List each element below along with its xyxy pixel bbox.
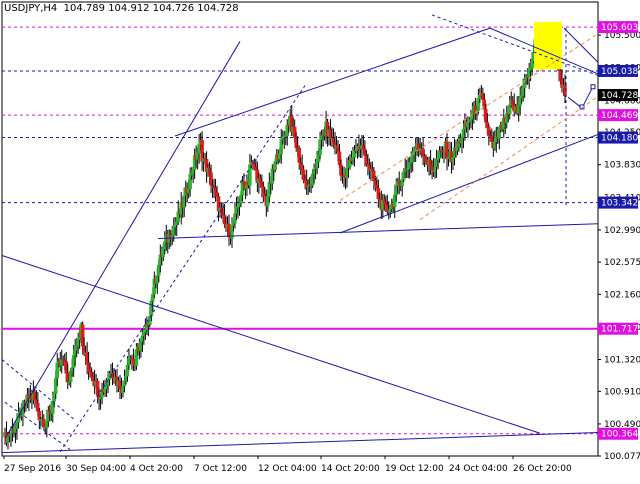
level-label-1: 105.038 [601,67,638,77]
y-tick-label-13: 100.077 [604,452,640,462]
x-tick-label-4: 12 Oct 04:00 [258,464,317,474]
y-tick-label-11: 100.910 [604,387,640,397]
level-label-3: 104.469 [601,111,638,121]
highlight-zone [534,21,562,70]
forecast-point-marker-2 [590,84,596,90]
level-label-6: 101.717 [601,325,638,335]
x-tick-label-8: 26 Oct 20:00 [513,464,572,474]
level-label-7: 100.364 [601,430,638,440]
upper-channel-line [174,27,491,137]
level-label-5: 103.342 [601,199,638,209]
forecast-path-1 [563,27,599,63]
symbol-label: USDJPY,H4 [4,3,58,14]
price-chart: 105.500105.080104.660104.250103.830103.4… [1,1,640,474]
chart-container: 105.500105.080104.660104.250103.830103.4… [0,0,640,480]
level-label-2: 104.728 [601,91,638,101]
steep-support-line [4,41,241,439]
base-support-line [1,431,599,454]
x-tick-label-7: 24 Oct 04:00 [449,464,508,474]
x-tick-label-2: 4 Oct 20:00 [130,464,183,474]
x-tick-label-0: 27 Sep 2016 [4,464,61,474]
y-tick-label-6: 102.990 [604,226,640,236]
x-tick-label-6: 19 Oct 12:00 [385,464,444,474]
plot-frame [1,1,599,457]
level-label-0: 105.603 [601,23,638,33]
x-tick-label-5: 14 Oct 20:00 [321,464,380,474]
y-tick-label-10: 101.320 [604,356,640,366]
y-tick-label-8: 102.160 [604,290,640,300]
diag-dotted-top [431,14,599,76]
x-tick-label-3: 7 Oct 12:00 [194,464,247,474]
y-tick-label-4: 103.830 [604,161,640,171]
level-label-4: 104.180 [601,134,638,144]
y-tick-label-7: 102.575 [604,258,640,268]
ohlc-values: 104.789 104.912 104.726 104.728 [63,3,239,14]
x-tick-label-1: 30 Sep 04:00 [66,464,126,474]
flag-base-line [157,223,599,239]
chart-title: USDJPY,H4 104.789 104.912 104.726 104.72… [4,3,239,14]
channel-lower-dotted [59,85,306,453]
